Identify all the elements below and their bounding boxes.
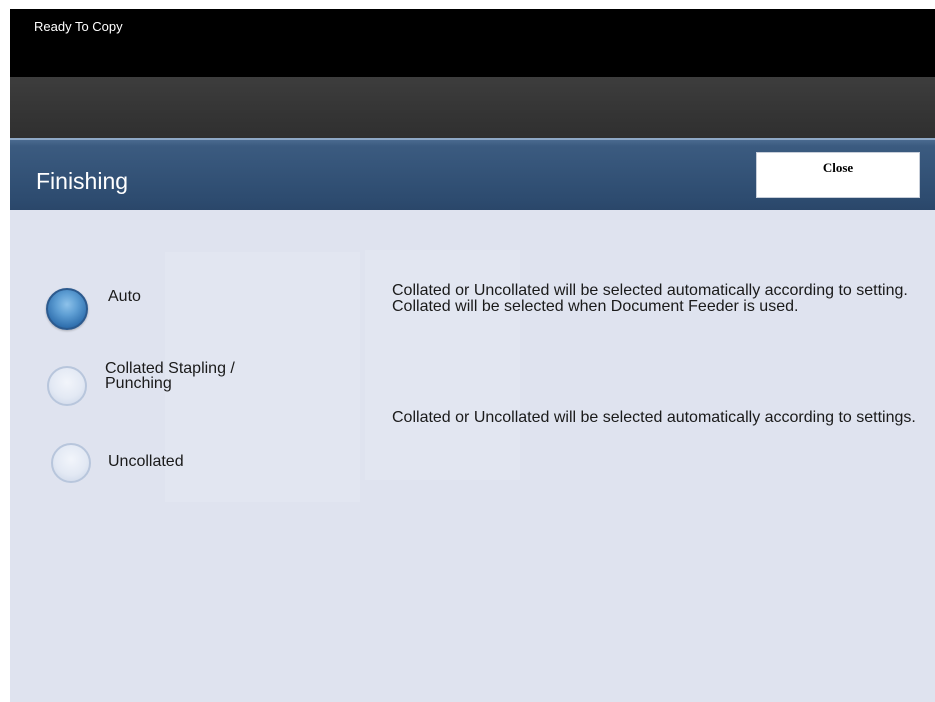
close-button[interactable]: Close: [756, 152, 920, 198]
option-uncollated[interactable]: Uncollated: [46, 438, 306, 488]
description-uncollated: Collated or Uncollated will be selected …: [392, 409, 916, 426]
radio-selected-icon[interactable]: [46, 288, 88, 330]
status-text: Ready To Copy: [34, 19, 123, 34]
page-title: Finishing: [36, 168, 129, 194]
header-bar: Finishing Close: [10, 138, 935, 210]
option-label: Auto: [108, 288, 141, 305]
radio-unselected-icon[interactable]: [47, 366, 87, 406]
option-label: Uncollated: [108, 453, 184, 470]
toolbar-strip: [10, 77, 935, 138]
copier-screen: Ready To Copy Finishing Close Auto Colla…: [10, 9, 935, 702]
radio-unselected-icon[interactable]: [51, 443, 91, 483]
option-auto[interactable]: Auto: [46, 280, 306, 330]
option-label-line2: Punching: [105, 375, 172, 392]
status-bar: Ready To Copy: [10, 9, 935, 77]
options-panel: Auto Collated Stapling / Punching Uncoll…: [10, 210, 935, 702]
option-collated-stapling-punching[interactable]: Collated Stapling / Punching: [46, 360, 306, 410]
description-auto: Collated or Uncollated will be selected …: [392, 282, 908, 315]
